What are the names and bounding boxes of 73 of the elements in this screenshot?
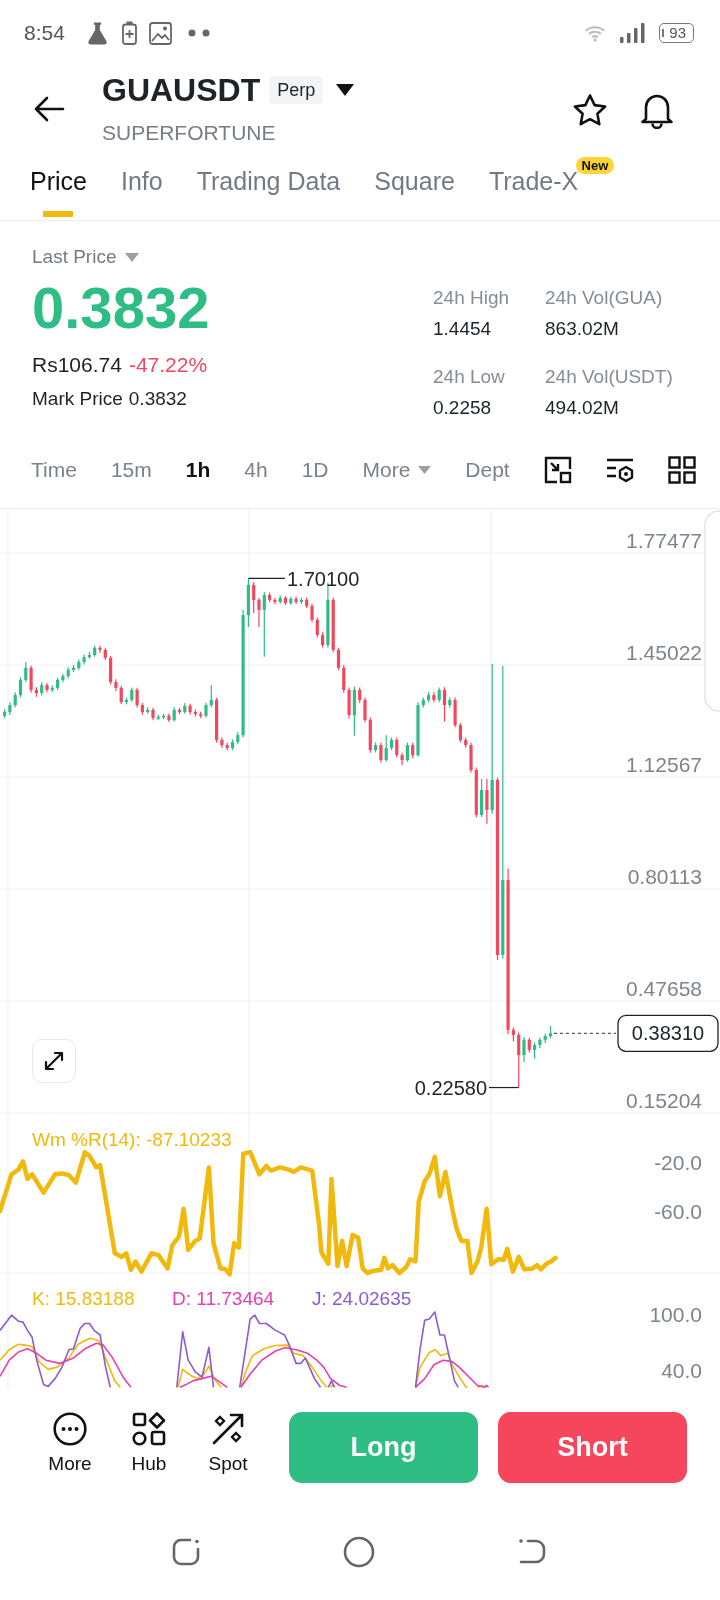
price-axis-label: 1.45022 [626,641,702,664]
indicator-value: D: 11.73464 [172,1288,275,1309]
lines-hexagon-icon[interactable] [604,457,635,483]
interval-tab[interactable]: 1D [301,456,329,484]
stat-label: 24h Vol(GUA) [545,286,664,310]
price-change: -47.22% [128,352,208,378]
mark-price-value: 0.3832 [128,387,187,411]
stat-value: 863.02M [545,317,620,341]
ellipsis-circle-icon [53,1412,87,1446]
tab[interactable]: Info [120,154,163,220]
low-leader-line [488,1086,520,1089]
grid-icon[interactable] [667,456,696,484]
price-axis-label: 0.47658 [626,977,702,1000]
tab[interactable]: Square [374,154,455,220]
square-arrow-icon[interactable] [543,456,572,484]
last-price-tag: 0.38310 [617,1014,719,1052]
indicator-value: J: 24.02635 [312,1288,412,1309]
indicator-label: Wm %R(14): -87.10233 [32,1129,232,1150]
shapes-icon [132,1412,166,1446]
interval-tab[interactable]: Time [31,456,77,484]
stat-value: 0.2258 [433,396,493,420]
action-button[interactable]: More [35,1412,105,1475]
pair-title: GUAUSDT [102,71,261,110]
pair-subtitle: SUPERFORTUNE [102,120,277,146]
stat-label: 24h High [433,286,511,310]
price-type-dropdown[interactable]: Last Price [32,244,140,270]
high-leader-line [247,577,286,580]
caret-down-icon [125,252,140,262]
expand-button[interactable] [32,1039,76,1083]
expand-icon [42,1049,66,1073]
tab[interactable]: Trading Data [196,154,341,220]
indicator-axis-label: -20.0 [654,1151,702,1174]
short-button[interactable]: Short [498,1412,687,1483]
home-icon[interactable] [343,1535,375,1568]
stat-value: 1.4454 [433,317,493,341]
interval-tab[interactable]: 1h [185,456,211,484]
status-time: 8:54 [24,21,65,45]
arrow-diamonds-icon [211,1412,245,1446]
caret-down-icon[interactable] [336,84,355,96]
indicator-axis-label: 100.0 [649,1303,702,1326]
back-arrow-icon[interactable] [33,96,65,122]
action-button[interactable]: Hub [114,1412,184,1475]
wifi-icon [584,24,607,42]
stat-label: 24h Low [433,365,506,389]
high-price-label: 1.70100 [287,568,360,591]
dots-icon [187,29,210,37]
price-axis-label: 1.77477 [626,529,702,552]
interval-tab[interactable]: Dept [465,456,510,484]
indicator-axis-label: 40.0 [661,1359,702,1382]
action-button[interactable]: Spot [193,1412,263,1475]
price-axis-label: 1.12567 [626,753,702,776]
low-price-label: 0.22580 [414,1076,487,1099]
last-price-line [553,1032,617,1034]
mark-price-label: Mark Price [32,387,123,411]
star-icon[interactable] [572,92,608,128]
fiat-price: Rs106.74 [32,352,122,378]
image-icon [148,21,172,45]
stat-value: 494.02M [545,396,620,420]
interval-tab[interactable]: 15m [110,456,152,484]
indicator-value: K: 15.83188 [32,1288,135,1309]
price-axis-label: 0.15204 [626,1089,702,1112]
price-axis-label: 0.80113 [627,865,702,888]
perp-badge: Perp [269,76,324,104]
indicator-axis-label: -60.0 [654,1200,702,1223]
tab[interactable]: Price [30,154,87,220]
battery-plus-icon [121,21,137,45]
interval-tab[interactable]: More [362,456,432,484]
interval-tab[interactable]: 4h [244,456,268,484]
signal-icon [620,23,646,43]
long-button[interactable]: Long [289,1412,478,1483]
battery-indicator: 93 [659,23,694,43]
last-price: 0.3832 [32,276,210,340]
stat-label: 24h Vol(USDT) [545,365,673,389]
